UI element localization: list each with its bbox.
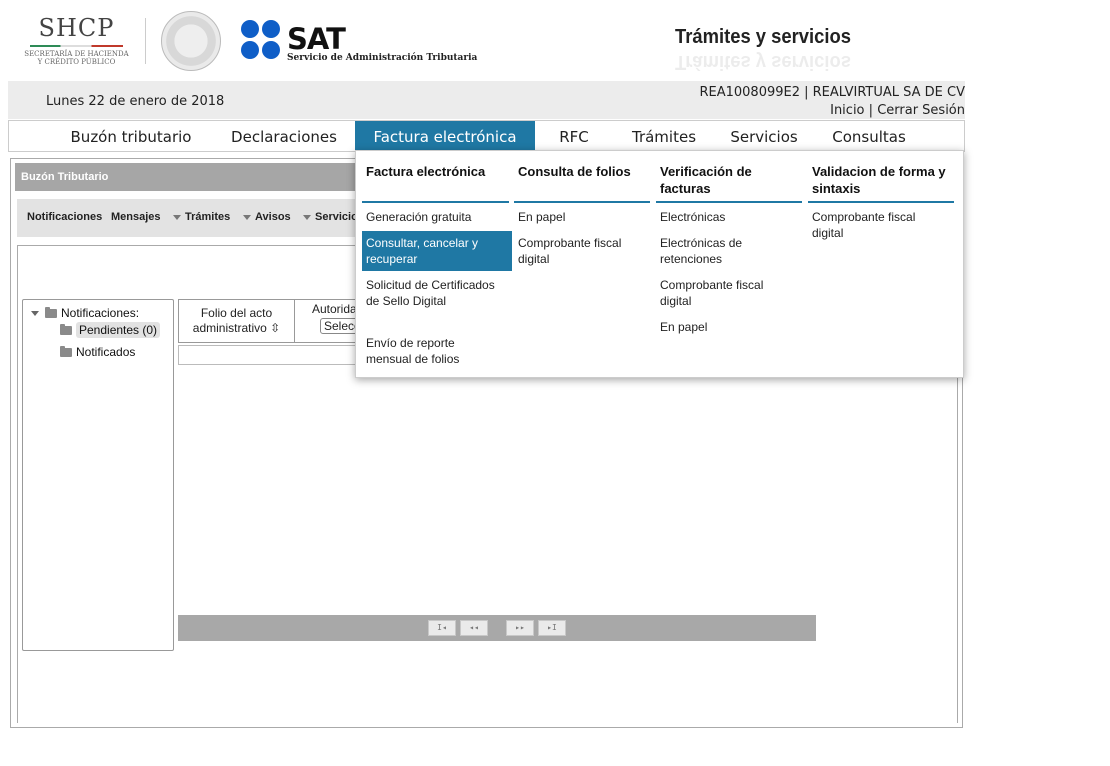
header-divider [145, 18, 146, 64]
session-links: Inicio | Cerrar Sesión [830, 103, 965, 118]
shcp-sub-1: SECRETARÍA DE HACIENDA [24, 50, 129, 58]
site-header: SHCP SECRETARÍA DE HACIENDA Y CRÉDITO PÚ… [0, 0, 1110, 80]
prev-page-button[interactable]: ◂◂ [460, 620, 488, 636]
column-header-folio-line2: administrativo [192, 321, 267, 335]
sat-logo-text: SAT [287, 22, 346, 56]
national-seal-icon [161, 11, 221, 71]
notifications-grid: Folio del acto administrativo ⇳ Autorida… [178, 299, 375, 365]
menu-item-verificacion-en-papel[interactable]: En papel [660, 319, 780, 335]
links-separator: | [868, 103, 874, 118]
folder-icon [60, 324, 72, 336]
tree-item-pendientes-label: Pendientes (0) [76, 322, 161, 338]
nav-consultas[interactable]: Consultas [821, 121, 917, 151]
tree-item-notificados[interactable]: Notificados [60, 345, 135, 359]
cerrar-sesion-link[interactable]: Cerrar Sesión [877, 103, 965, 118]
sort-icon[interactable]: ⇳ [270, 321, 280, 335]
main-nav: Buzón tributario Declaraciones Factura e… [8, 120, 965, 152]
shcp-sub-2: Y CRÉDITO PÚBLICO [37, 58, 116, 66]
shcp-logo[interactable]: SHCP SECRETARÍA DE HACIENDA Y CRÉDITO PÚ… [24, 14, 129, 66]
heading-underline [362, 201, 509, 203]
subnav-servicios-label: Servicio [315, 211, 358, 223]
tree-item-notificados-label: Notificados [76, 345, 136, 359]
dropdown-heading-folios: Consulta de folios [518, 164, 631, 179]
menu-item-consultar-cancelar[interactable]: Consultar, cancelar y recuperar [362, 231, 512, 271]
notifications-tree: Notificaciones: Pendientes (0) Notificad… [22, 299, 174, 651]
date-bar: Lunes 22 de enero de 2018 REA1008099E2 |… [8, 81, 965, 119]
subnav-mensajes[interactable]: Mensajes [111, 211, 161, 223]
menu-item-validacion-cfd[interactable]: Comprobante fiscal digital [812, 209, 937, 241]
menu-item-envio-reporte[interactable]: Envío de reporte mensual de folios [366, 335, 496, 367]
menu-item-folios-cfd[interactable]: Comprobante fiscal digital [518, 235, 643, 267]
inicio-link[interactable]: Inicio [830, 103, 864, 118]
first-page-button[interactable]: I◂ [428, 620, 456, 636]
subnav-tramites-label: Trámites [185, 211, 231, 223]
menu-item-generacion-gratuita[interactable]: Generación gratuita [366, 209, 506, 225]
subnav-avisos[interactable]: Avisos [243, 211, 291, 223]
subnav-servicios[interactable]: Servicio [303, 211, 358, 223]
menu-item-verificacion-cfd[interactable]: Comprobante fiscal digital [660, 277, 785, 309]
page-title: Trámites y servicios [675, 26, 851, 48]
expand-triangle-icon[interactable] [31, 311, 39, 317]
tree-root-label: Notificaciones: [61, 306, 140, 320]
caret-down-icon [303, 214, 311, 220]
caret-down-icon [243, 214, 251, 220]
panel-title: Buzón Tributario [21, 171, 109, 183]
grid-pager: I◂ ◂◂ ▸▸ ▸I [178, 615, 816, 641]
folder-icon [60, 346, 72, 358]
subnav-avisos-label: Avisos [255, 211, 291, 223]
dropdown-heading-verificacion: Verificación de facturas [660, 164, 752, 196]
sat-logo-subtitle: Servicio de Administración Tributaria [287, 53, 478, 63]
caret-down-icon [173, 214, 181, 220]
sat-dots-icon [241, 20, 281, 60]
tree-item-pendientes[interactable]: Pendientes (0) [60, 322, 161, 338]
column-header-autoridad-label: Autorida [312, 302, 357, 316]
current-date: Lunes 22 de enero de 2018 [46, 94, 225, 109]
column-header-folio[interactable]: Folio del acto administrativo ⇳ [178, 299, 295, 343]
menu-item-folios-en-papel[interactable]: En papel [518, 209, 648, 225]
nav-declaraciones[interactable]: Declaraciones [221, 121, 347, 151]
heading-underline [656, 201, 802, 203]
menu-item-solicitud-certificados[interactable]: Solicitud de Certificados de Sello Digit… [366, 277, 504, 309]
table-row [178, 345, 368, 365]
heading-underline [808, 201, 954, 203]
nav-rfc[interactable]: RFC [549, 121, 599, 151]
user-info: REA1008099E2 | REALVIRTUAL SA DE CV [699, 85, 965, 100]
nav-tramites[interactable]: Trámites [621, 121, 707, 151]
menu-item-electronicas[interactable]: Electrónicas [660, 209, 790, 225]
dropdown-heading-validacion: Validacion de forma y sintaxis [812, 164, 946, 196]
tree-root[interactable]: Notificaciones: [31, 306, 139, 320]
factura-electronica-dropdown: Factura electrónica Generación gratuita … [355, 150, 964, 378]
dropdown-heading-factura: Factura electrónica [366, 164, 486, 179]
flag-stripe [30, 45, 123, 47]
column-header-folio-line1: Folio del acto [200, 306, 273, 320]
nav-buzon-tributario[interactable]: Buzón tributario [49, 121, 213, 151]
next-page-button[interactable]: ▸▸ [506, 620, 534, 636]
page-title-reflection: Trámites y servicios [675, 51, 851, 73]
last-page-button[interactable]: ▸I [538, 620, 566, 636]
nav-factura-electronica[interactable]: Factura electrónica [355, 121, 535, 151]
menu-item-electronicas-retenciones[interactable]: Electrónicas de retenciones [660, 235, 770, 267]
subnav-tramites[interactable]: Trámites [173, 211, 230, 223]
subnav-notificaciones[interactable]: Notificaciones [27, 211, 102, 223]
heading-underline [514, 201, 650, 203]
nav-servicios[interactable]: Servicios [721, 121, 807, 151]
folder-open-icon [45, 307, 57, 319]
shcp-logo-text: SHCP [38, 14, 115, 42]
